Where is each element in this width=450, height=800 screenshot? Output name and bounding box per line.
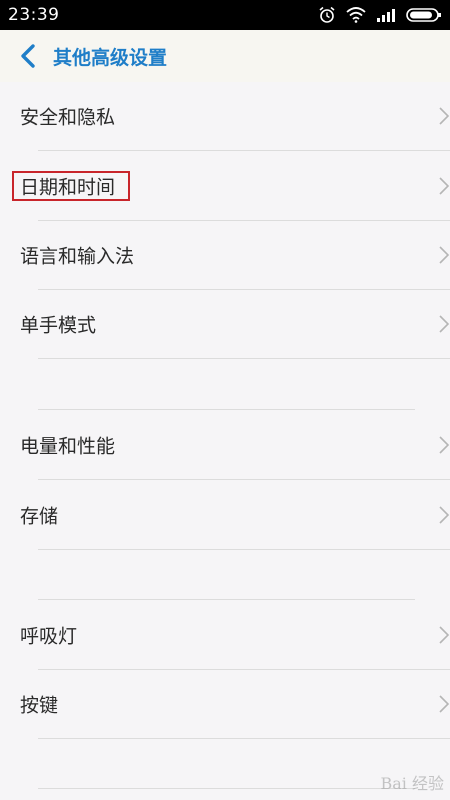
settings-item-label: 电量和性能 <box>20 435 116 458</box>
chevron-right-icon <box>439 506 450 524</box>
settings-item-label: 呼吸灯 <box>20 625 78 648</box>
section-divider <box>38 599 415 600</box>
settings-item-security-privacy[interactable]: 安全和隐私 <box>0 82 450 150</box>
settings-item-one-hand-mode[interactable]: 单手模式 <box>0 290 450 358</box>
battery-icon <box>406 7 442 23</box>
page-title: 其他高级设置 <box>53 47 168 69</box>
settings-item-label: 语言和输入法 <box>20 245 135 268</box>
signal-icon <box>376 7 396 23</box>
status-icons <box>318 6 442 24</box>
section-divider <box>38 788 415 789</box>
chevron-right-icon <box>439 436 450 454</box>
section-divider <box>38 409 415 410</box>
wifi-icon <box>346 7 366 23</box>
divider <box>38 738 450 739</box>
title-bar: 其他高级设置 <box>0 30 450 82</box>
settings-item-label: 按键 <box>20 694 59 717</box>
status-time: 23:39 <box>8 5 60 25</box>
settings-item-battery-performance[interactable]: 电量和性能 <box>0 411 450 479</box>
divider <box>38 358 450 359</box>
chevron-left-icon <box>21 44 35 68</box>
status-bar: 23:39 <box>0 0 450 30</box>
settings-item-language-input[interactable]: 语言和输入法 <box>0 221 450 289</box>
highlight-annotation-box <box>12 171 130 201</box>
chevron-right-icon <box>439 626 450 644</box>
divider <box>38 150 450 151</box>
divider <box>38 479 450 480</box>
settings-item-label: 安全和隐私 <box>20 106 116 129</box>
back-button[interactable] <box>16 42 42 70</box>
chevron-right-icon <box>439 695 450 713</box>
chevron-right-icon <box>439 315 450 333</box>
settings-item-storage[interactable]: 存储 <box>0 481 450 549</box>
settings-item-buttons[interactable]: 按键 <box>0 670 450 738</box>
chevron-right-icon <box>439 246 450 264</box>
settings-item-breathing-light[interactable]: 呼吸灯 <box>0 601 450 669</box>
chevron-right-icon <box>439 107 450 125</box>
settings-item-label: 存储 <box>20 505 59 528</box>
divider <box>38 549 450 550</box>
watermark: Bai 经验 <box>380 774 444 793</box>
alarm-icon <box>318 6 336 24</box>
chevron-right-icon <box>439 177 450 195</box>
settings-item-label: 单手模式 <box>20 314 97 337</box>
